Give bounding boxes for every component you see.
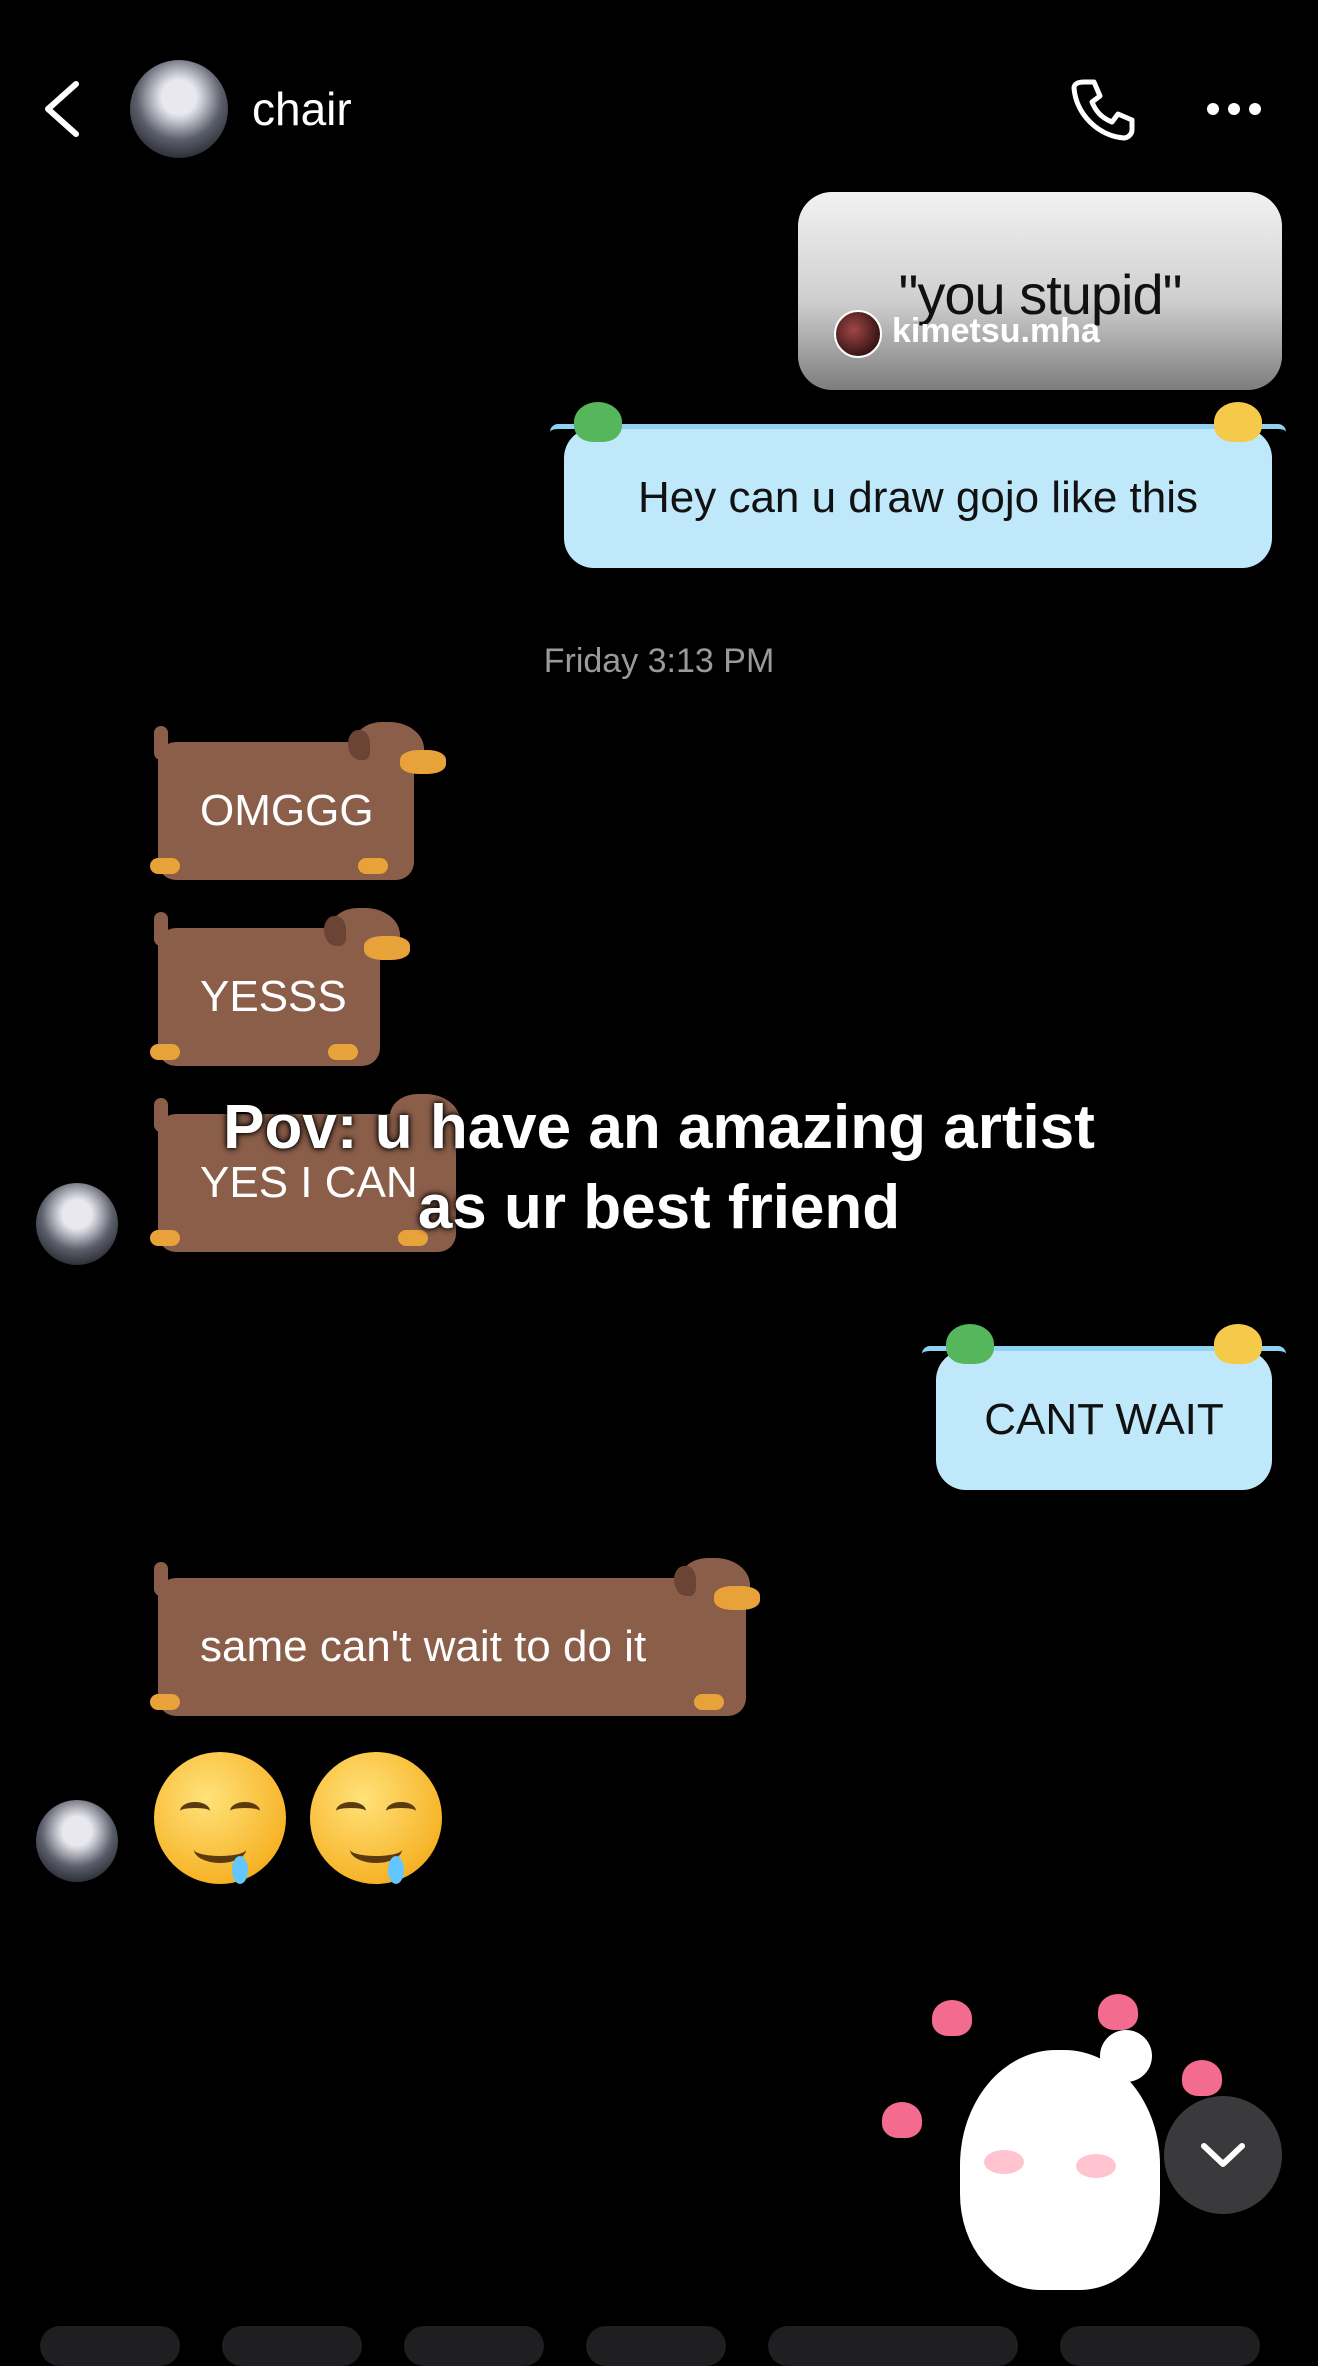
paw-icon xyxy=(328,1044,358,1060)
quick-reply-chip[interactable] xyxy=(222,2326,362,2366)
quick-reply-chip[interactable] xyxy=(40,2326,180,2366)
received-message[interactable]: YESSS xyxy=(150,908,410,1066)
dog-tail-icon xyxy=(154,726,168,760)
quick-reply-chip[interactable] xyxy=(586,2326,726,2366)
dog-ear-icon xyxy=(674,1566,696,1596)
paw-icon xyxy=(150,858,180,874)
message-text: YESSS xyxy=(200,972,347,1021)
received-message[interactable]: same can't wait to do it xyxy=(150,1558,760,1716)
chick-sticker-icon xyxy=(1214,1324,1262,1364)
dog-ear-icon xyxy=(324,916,346,946)
phone-icon xyxy=(1071,79,1135,141)
contact-name[interactable]: chair xyxy=(252,82,352,136)
scroll-to-bottom-button[interactable] xyxy=(1164,2096,1282,2214)
bear-blush-icon xyxy=(984,2150,1024,2174)
paw-icon xyxy=(358,858,388,874)
message-text: CANT WAIT xyxy=(984,1395,1224,1444)
shared-reel[interactable]: "you stupid" kimetsu.mha xyxy=(798,192,1282,390)
heart-icon xyxy=(932,2000,972,2036)
drooling-face-emoji-icon[interactable] xyxy=(154,1752,286,1884)
back-button[interactable] xyxy=(38,78,88,140)
sender-avatar[interactable] xyxy=(36,1800,118,1882)
caption-line-2: as ur best friend xyxy=(417,1173,901,1242)
video-caption-overlay: Pov: u have an amazing artist as ur best… xyxy=(0,1088,1318,1248)
dog-snout-icon xyxy=(364,936,410,960)
heart-icon xyxy=(1098,1994,1138,2030)
paw-icon xyxy=(150,1044,180,1060)
heart-icon xyxy=(1182,2060,1222,2096)
chevron-down-icon xyxy=(1201,2143,1245,2167)
bear-blush-icon xyxy=(1076,2154,1116,2178)
dog-snout-icon xyxy=(714,1586,760,1610)
chick-sticker-icon xyxy=(1214,402,1262,442)
bear-ear-icon xyxy=(1100,2030,1152,2082)
reel-author-avatar xyxy=(834,310,882,358)
quick-reply-chip[interactable] xyxy=(404,2326,544,2366)
bubble-rim xyxy=(550,424,1286,443)
quick-reply-chip[interactable] xyxy=(1060,2326,1260,2366)
frog-sticker-icon xyxy=(574,402,622,442)
dog-snout-icon xyxy=(400,750,446,774)
received-message[interactable]: OMGGG xyxy=(150,722,446,880)
quick-reply-chip[interactable] xyxy=(768,2326,1018,2366)
dog-ear-icon xyxy=(348,730,370,760)
message-text: OMGGG xyxy=(200,786,374,835)
frog-sticker-icon xyxy=(946,1324,994,1364)
heart-icon xyxy=(882,2102,922,2138)
more-icon xyxy=(1207,103,1261,115)
paw-icon xyxy=(694,1694,724,1710)
contact-avatar[interactable] xyxy=(130,60,228,158)
reel-username: kimetsu.mha xyxy=(892,312,1100,350)
paw-icon xyxy=(150,1694,180,1710)
call-button[interactable] xyxy=(1068,74,1138,144)
sent-message[interactable]: Hey can u draw gojo like this xyxy=(550,402,1286,568)
caption-line-1: Pov: u have an amazing artist xyxy=(223,1093,1095,1162)
sent-message[interactable]: CANT WAIT xyxy=(922,1324,1286,1490)
dog-tail-icon xyxy=(154,1562,168,1596)
drooling-face-emoji-icon[interactable] xyxy=(310,1752,442,1884)
back-icon xyxy=(45,81,79,137)
message-text: same can't wait to do it xyxy=(200,1622,647,1671)
more-button[interactable] xyxy=(1204,100,1264,118)
timestamp: Friday 3:13 PM xyxy=(543,642,775,680)
dog-tail-icon xyxy=(154,912,168,946)
message-text: Hey can u draw gojo like this xyxy=(637,473,1199,522)
